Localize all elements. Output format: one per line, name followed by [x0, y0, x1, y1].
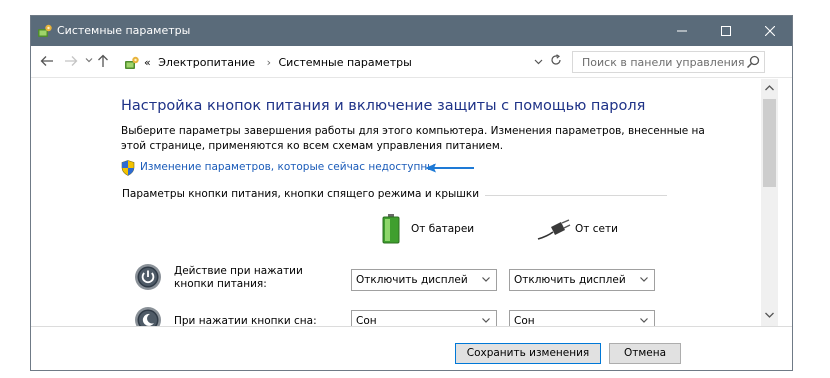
minimize-icon — [677, 30, 687, 31]
select-value: Сон — [356, 315, 377, 326]
address-dropdown-button[interactable] — [531, 57, 545, 69]
battery-icon — [382, 214, 400, 244]
uac-shield-icon — [121, 160, 135, 176]
annotation-arrow-icon — [425, 163, 474, 173]
refresh-button[interactable] — [547, 53, 565, 71]
arrow-left-icon — [40, 56, 53, 66]
page-description: Выберите параметры завершения работы для… — [121, 125, 705, 152]
column-header-power-label: От сети — [575, 223, 618, 235]
breadcrumb-item-system-settings[interactable]: Системные параметры — [278, 56, 411, 69]
close-icon — [765, 25, 775, 36]
control-panel-window: Системные параметры « Электропитание › С… — [30, 15, 793, 371]
power-button-power-select[interactable]: Отключить дисплей — [509, 269, 655, 291]
select-value: Отключить дисплей — [356, 274, 468, 286]
chevron-down-icon — [640, 318, 648, 323]
maximize-button[interactable] — [704, 16, 748, 46]
breadcrumb: « Электропитание › Системные параметры — [144, 56, 416, 69]
breadcrumb-separator: › — [266, 56, 271, 69]
minimize-button[interactable] — [660, 16, 704, 46]
scrollbar-thumb[interactable] — [763, 99, 776, 187]
maximize-icon — [721, 25, 731, 36]
vertical-scrollbar[interactable] — [761, 79, 778, 326]
refresh-icon — [551, 54, 561, 65]
chevron-down-icon — [534, 59, 542, 65]
sleep-button-action-label: При нажатии кнопки сна: — [174, 315, 317, 326]
back-button[interactable] — [39, 54, 55, 70]
chevron-down-icon — [482, 277, 490, 282]
group-label: Параметры кнопки питания, кнопки спящего… — [122, 188, 486, 200]
select-value: Сон — [514, 315, 535, 326]
sleep-button-icon — [135, 307, 161, 326]
main-content: Настройка кнопок питания и включение защ… — [31, 79, 761, 326]
control-panel-icon — [125, 56, 139, 69]
scroll-up-icon[interactable] — [764, 83, 775, 93]
change-unavailable-settings-link[interactable]: Изменение параметров, которые сейчас нед… — [140, 161, 435, 173]
save-changes-button[interactable]: Сохранить изменения — [455, 343, 601, 364]
address-toolbar: « Электропитание › Системные параметры П… — [31, 46, 792, 78]
title-bar: Системные параметры — [31, 16, 792, 46]
control-panel-icon — [38, 24, 52, 37]
breadcrumb-overflow[interactable]: « — [144, 56, 151, 69]
sleep-button-battery-select[interactable]: Сон — [351, 310, 497, 326]
scroll-down-icon[interactable] — [764, 310, 775, 320]
breadcrumb-item-power[interactable]: Электропитание — [158, 56, 255, 69]
arrow-right-icon — [65, 56, 78, 66]
up-button[interactable] — [95, 54, 111, 70]
search-placeholder: Поиск в панели управления — [582, 56, 745, 69]
dialog-footer: Сохранить изменения Отмена — [31, 326, 792, 370]
select-value: Отключить дисплей — [514, 274, 626, 286]
power-button-action-label: Действие при нажатии кнопки питания: — [174, 265, 303, 290]
window-title: Системные параметры — [57, 24, 191, 37]
forward-button[interactable] — [63, 54, 79, 70]
arrow-up-icon — [98, 54, 108, 67]
sleep-button-power-select[interactable]: Сон — [509, 310, 655, 326]
power-button-battery-select[interactable]: Отключить дисплей — [351, 269, 497, 291]
search-input[interactable]: Поиск в панели управления — [572, 51, 765, 73]
chevron-down-icon — [640, 277, 648, 282]
chevron-down-icon — [85, 58, 93, 63]
address-field[interactable]: « Электропитание › Системные параметры — [119, 51, 559, 73]
search-icon — [746, 55, 760, 69]
page-title: Настройка кнопок питания и включение защ… — [121, 98, 646, 114]
close-button[interactable] — [748, 16, 792, 46]
chevron-down-icon — [482, 318, 490, 323]
group-divider — [471, 195, 667, 196]
power-button-icon — [135, 264, 161, 290]
column-header-battery-label: От батареи — [411, 223, 475, 235]
power-plug-icon — [537, 219, 571, 240]
cancel-button[interactable]: Отмена — [609, 343, 681, 364]
